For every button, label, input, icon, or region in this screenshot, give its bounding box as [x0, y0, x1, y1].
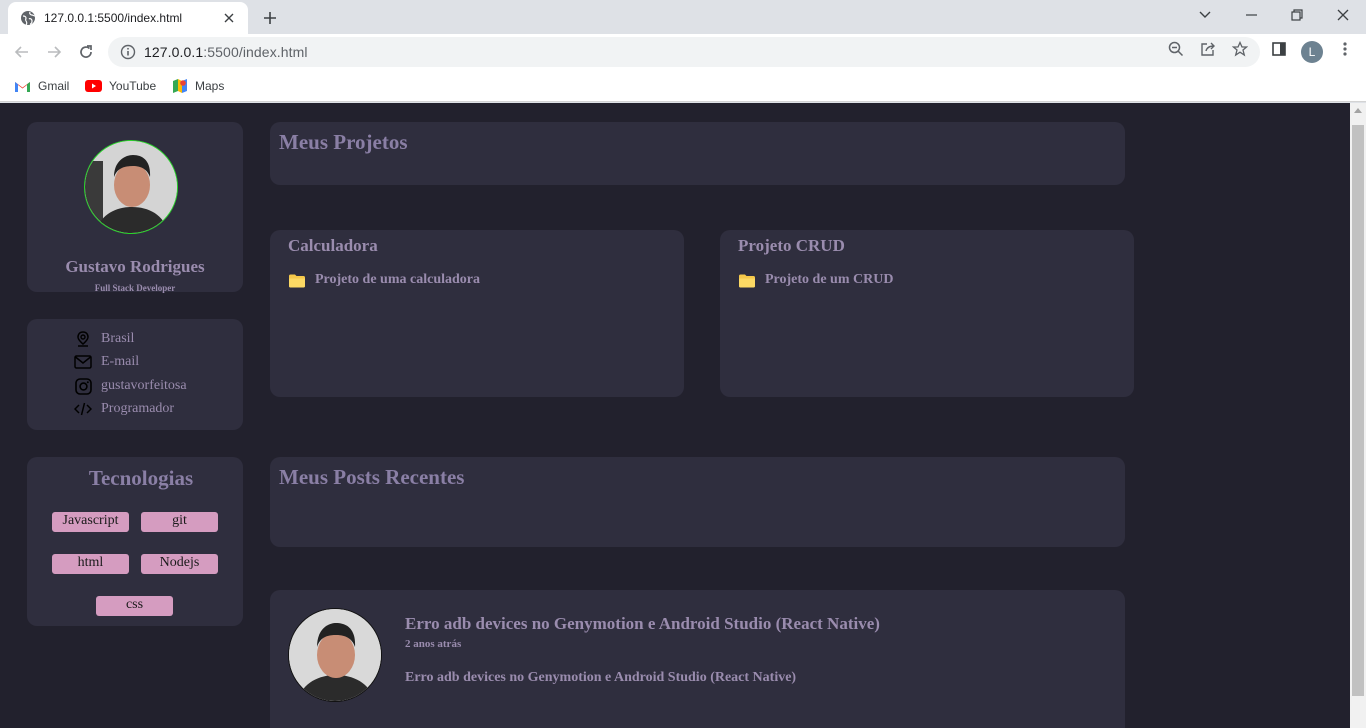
tech-tag: git: [141, 512, 218, 532]
bookmark-star-icon[interactable]: [1231, 40, 1249, 58]
globe-icon: [20, 10, 36, 26]
youtube-icon: [85, 80, 102, 92]
project-description-text: Projeto de uma calculadora: [315, 272, 480, 287]
tab-strip: 127.0.0.1:5500/index.html: [0, 0, 1366, 34]
posts-title: Meus Posts Recentes: [279, 465, 465, 489]
project-title[interactable]: Projeto CRUD: [738, 236, 845, 256]
forward-arrow-icon[interactable]: [40, 38, 68, 66]
info-instagram[interactable]: gustavorfeitosa: [74, 376, 187, 396]
site-info-icon[interactable]: [120, 44, 136, 60]
browser-toolbar: 127.0.0.1:5500/index.html L: [0, 34, 1366, 70]
bookmarks-bar: Gmail YouTube Maps: [0, 70, 1366, 102]
url-text: 127.0.0.1:5500/index.html: [144, 44, 308, 60]
new-tab-button[interactable]: [258, 6, 282, 30]
maps-icon: [173, 79, 187, 93]
url-path: :5500/index.html: [203, 44, 308, 60]
code-icon: [74, 400, 92, 418]
profile-avatar: [84, 140, 178, 234]
technologies-title: Tecnologias: [88, 466, 194, 490]
project-card[interactable]: Projeto CRUD Projeto de um CRUD: [720, 230, 1134, 397]
info-card: Brasil E-mail gustavorfeitosa Programado…: [27, 319, 243, 430]
tech-tag: Javascript: [52, 512, 129, 532]
folder-icon: [739, 274, 755, 287]
gmail-icon: [15, 81, 30, 92]
projects-header-card: Meus Projetos: [270, 122, 1125, 185]
project-description-text: Projeto de um CRUD: [765, 272, 894, 287]
address-bar[interactable]: 127.0.0.1:5500/index.html: [108, 37, 1260, 67]
bookmark-youtube[interactable]: YouTube: [85, 76, 156, 96]
tech-tag: css: [96, 596, 173, 616]
posts-header-card: Meus Posts Recentes: [270, 457, 1125, 547]
more-menu-icon[interactable]: [1336, 40, 1354, 58]
tech-tag: Nodejs: [141, 554, 218, 574]
envelope-icon: [74, 353, 92, 371]
info-instagram-label[interactable]: gustavorfeitosa: [101, 378, 187, 394]
bookmark-label: Maps: [195, 79, 225, 93]
post-timestamp: 2 anos atrás: [405, 638, 462, 650]
minimize-icon[interactable]: [1228, 0, 1274, 30]
profile-role: Full Stack Developer: [94, 283, 176, 293]
post-excerpt: Erro adb devices no Genymotion e Android…: [405, 670, 797, 685]
info-role: Programador: [74, 399, 174, 419]
project-description: Projeto de um CRUD: [738, 272, 893, 288]
post-author-avatar: [288, 608, 382, 702]
tab-search-chevron-icon[interactable]: [1182, 0, 1228, 30]
tech-tag: html: [52, 554, 129, 574]
post-card[interactable]: Erro adb devices no Genymotion e Android…: [270, 590, 1125, 728]
info-location: Brasil: [74, 329, 134, 349]
restore-icon[interactable]: [1274, 0, 1320, 30]
project-card[interactable]: Calculadora Projeto de uma calculadora: [270, 230, 684, 397]
close-window-icon[interactable]: [1320, 0, 1366, 30]
profile-card: Gustavo Rodrigues Full Stack Developer: [27, 122, 243, 293]
info-role-label: Programador: [101, 401, 175, 416]
scroll-up-arrow-icon[interactable]: [1354, 108, 1362, 113]
folder-icon: [289, 274, 305, 287]
page-viewport: Gustavo Rodrigues Full Stack Developer B…: [0, 103, 1350, 728]
profile-avatar-button[interactable]: L: [1301, 41, 1323, 63]
share-icon[interactable]: [1199, 40, 1217, 58]
side-panel-icon[interactable]: [1270, 40, 1288, 58]
browser-tab[interactable]: 127.0.0.1:5500/index.html: [8, 2, 248, 34]
project-title[interactable]: Calculadora: [288, 236, 378, 256]
bookmark-gmail[interactable]: Gmail: [14, 76, 69, 96]
info-email-label[interactable]: E-mail: [101, 354, 139, 370]
reload-icon[interactable]: [72, 38, 100, 66]
info-location-label: Brasil: [101, 331, 135, 346]
profile-name: Gustavo Rodrigues: [65, 257, 205, 276]
url-host: 127.0.0.1: [144, 44, 204, 60]
page-scrollbar[interactable]: [1350, 103, 1366, 728]
technologies-card: Tecnologias Javascript git html Nodejs c…: [27, 457, 243, 626]
instagram-icon: [74, 377, 92, 395]
zoom-icon[interactable]: [1167, 40, 1185, 58]
scrollbar-thumb[interactable]: [1352, 125, 1364, 696]
bookmark-label: Gmail: [38, 79, 70, 93]
location-pin-icon: [74, 330, 92, 348]
info-email[interactable]: E-mail: [74, 352, 139, 372]
bookmark-maps[interactable]: Maps: [172, 76, 224, 96]
post-title[interactable]: Erro adb devices no Genymotion e Android…: [405, 614, 880, 634]
projects-title: Meus Projetos: [279, 130, 408, 154]
project-description: Projeto de uma calculadora: [288, 272, 480, 288]
close-tab-icon[interactable]: [220, 9, 238, 27]
bookmark-label: YouTube: [109, 79, 157, 93]
tab-title: 127.0.0.1:5500/index.html: [44, 11, 183, 25]
back-arrow-icon[interactable]: [8, 38, 36, 66]
